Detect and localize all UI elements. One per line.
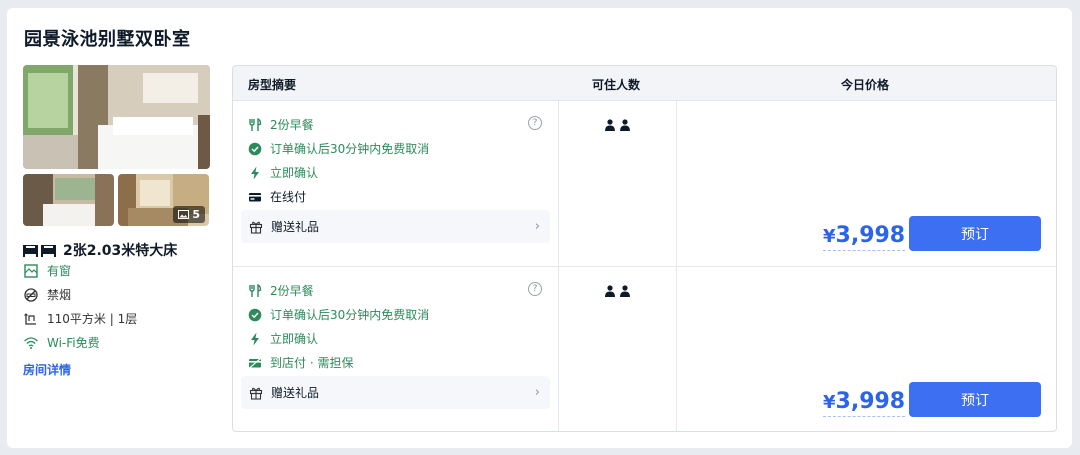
wifi-icon xyxy=(24,336,38,349)
room-details-link[interactable]: 房间详情 xyxy=(23,361,71,378)
gift-label: 赠送礼品 xyxy=(271,220,320,234)
no-smoking-icon xyxy=(24,287,38,302)
help-icon[interactable]: ? xyxy=(528,282,542,296)
currency-symbol: ¥ xyxy=(823,392,836,413)
breakfast-label: 2份早餐 xyxy=(270,118,314,132)
payment-method: 到店付 · 需担保 xyxy=(248,354,353,371)
breakfast-item: 2份早餐 xyxy=(248,282,314,299)
gift-label: 赠送礼品 xyxy=(271,386,320,400)
feature-wifi: Wi-Fi免费 xyxy=(23,334,100,351)
header-occupancy: 可住人数 xyxy=(592,78,641,92)
window-icon xyxy=(24,263,38,278)
help-icon[interactable]: ? xyxy=(528,116,542,130)
person-icon xyxy=(605,285,615,297)
feature-label: Wi-Fi免费 xyxy=(47,336,100,350)
check-circle-icon xyxy=(248,142,262,155)
room-card: 园景泳池别墅双卧室 5 2张2.03米特大床 有窗 禁烟 110平方米 | 1层… xyxy=(7,8,1072,448)
feature-label: 禁烟 xyxy=(47,288,72,302)
rate-table: 房型摘要 可住人数 今日价格 2份早餐 ? 订单确认后30分钟内免费取消 立即确… xyxy=(232,65,1057,432)
pay-at-hotel-icon xyxy=(248,357,262,369)
chevron-right-icon: › xyxy=(534,219,540,234)
header-price: 今日价格 xyxy=(841,78,890,92)
image-icon xyxy=(178,210,190,219)
room-title: 园景泳池别墅双卧室 xyxy=(24,29,191,50)
check-circle-icon xyxy=(248,308,262,321)
price-value: 3,998 xyxy=(835,223,906,248)
header-summary: 房型摘要 xyxy=(248,78,297,92)
currency-symbol: ¥ xyxy=(823,226,836,247)
feature-area: 110平方米 | 1层 xyxy=(23,310,137,327)
price[interactable]: ¥3,998 xyxy=(823,389,906,417)
feature-label: 有窗 xyxy=(47,264,72,278)
chevron-right-icon: › xyxy=(534,385,540,400)
room-photo-main[interactable] xyxy=(23,65,210,169)
cancel-label: 订单确认后30分钟内免费取消 xyxy=(270,308,430,322)
gift-icon xyxy=(249,387,263,400)
gift-row[interactable]: 赠送礼品 › xyxy=(241,210,550,243)
table-header: 房型摘要 可住人数 今日价格 xyxy=(233,66,1056,101)
lightning-icon xyxy=(251,332,259,345)
gift-icon xyxy=(249,221,263,234)
confirm-label: 立即确认 xyxy=(270,332,319,346)
cancel-policy: 订单确认后30分钟内免费取消 xyxy=(248,306,429,323)
credit-card-icon xyxy=(249,192,261,201)
feature-window: 有窗 xyxy=(23,262,71,279)
book-button[interactable]: 预订 xyxy=(909,216,1041,251)
lightning-icon xyxy=(251,166,259,179)
price[interactable]: ¥3,998 xyxy=(823,223,906,251)
occupancy-icons xyxy=(604,119,631,131)
area-icon xyxy=(24,312,36,325)
payment-label: 在线付 xyxy=(270,190,307,204)
rate-row: 2份早餐 ? 订单确认后30分钟内免费取消 立即确认 在线付 赠送礼品 › ¥3… xyxy=(233,101,1056,266)
person-icon xyxy=(620,119,630,131)
instant-confirm: 立即确认 xyxy=(248,330,318,347)
breakfast-label: 2份早餐 xyxy=(270,284,314,298)
occupancy-icons xyxy=(604,285,631,297)
room-photo-thumb[interactable] xyxy=(23,174,114,226)
gift-row[interactable]: 赠送礼品 › xyxy=(241,376,550,409)
cancel-label: 订单确认后30分钟内免费取消 xyxy=(270,142,430,156)
bed-type: 2张2.03米特大床 xyxy=(63,243,178,259)
cancel-policy: 订单确认后30分钟内免费取消 xyxy=(248,140,429,157)
photo-count: 5 xyxy=(192,208,200,221)
utensils-icon xyxy=(249,283,262,297)
person-icon xyxy=(620,285,630,297)
instant-confirm: 立即确认 xyxy=(248,164,318,181)
payment-label: 到店付 · 需担保 xyxy=(270,356,354,370)
room-gallery[interactable]: 5 xyxy=(23,65,210,226)
utensils-icon xyxy=(249,117,262,131)
rate-row: 2份早餐 ? 订单确认后30分钟内免费取消 立即确认 到店付 · 需担保 赠送礼… xyxy=(233,267,1056,431)
confirm-label: 立即确认 xyxy=(270,166,319,180)
photo-count-badge[interactable]: 5 xyxy=(173,206,205,223)
feature-no-smoking: 禁烟 xyxy=(23,286,71,303)
breakfast-item: 2份早餐 xyxy=(248,116,314,133)
feature-label: 110平方米 | 1层 xyxy=(47,312,138,326)
room-photo-thumb[interactable]: 5 xyxy=(118,174,209,226)
bed-icon xyxy=(23,245,56,257)
person-icon xyxy=(605,119,615,131)
book-button[interactable]: 预订 xyxy=(909,382,1041,417)
price-value: 3,998 xyxy=(835,389,906,414)
payment-method: 在线付 xyxy=(248,188,306,205)
bed-info: 2张2.03米特大床 xyxy=(23,240,177,260)
